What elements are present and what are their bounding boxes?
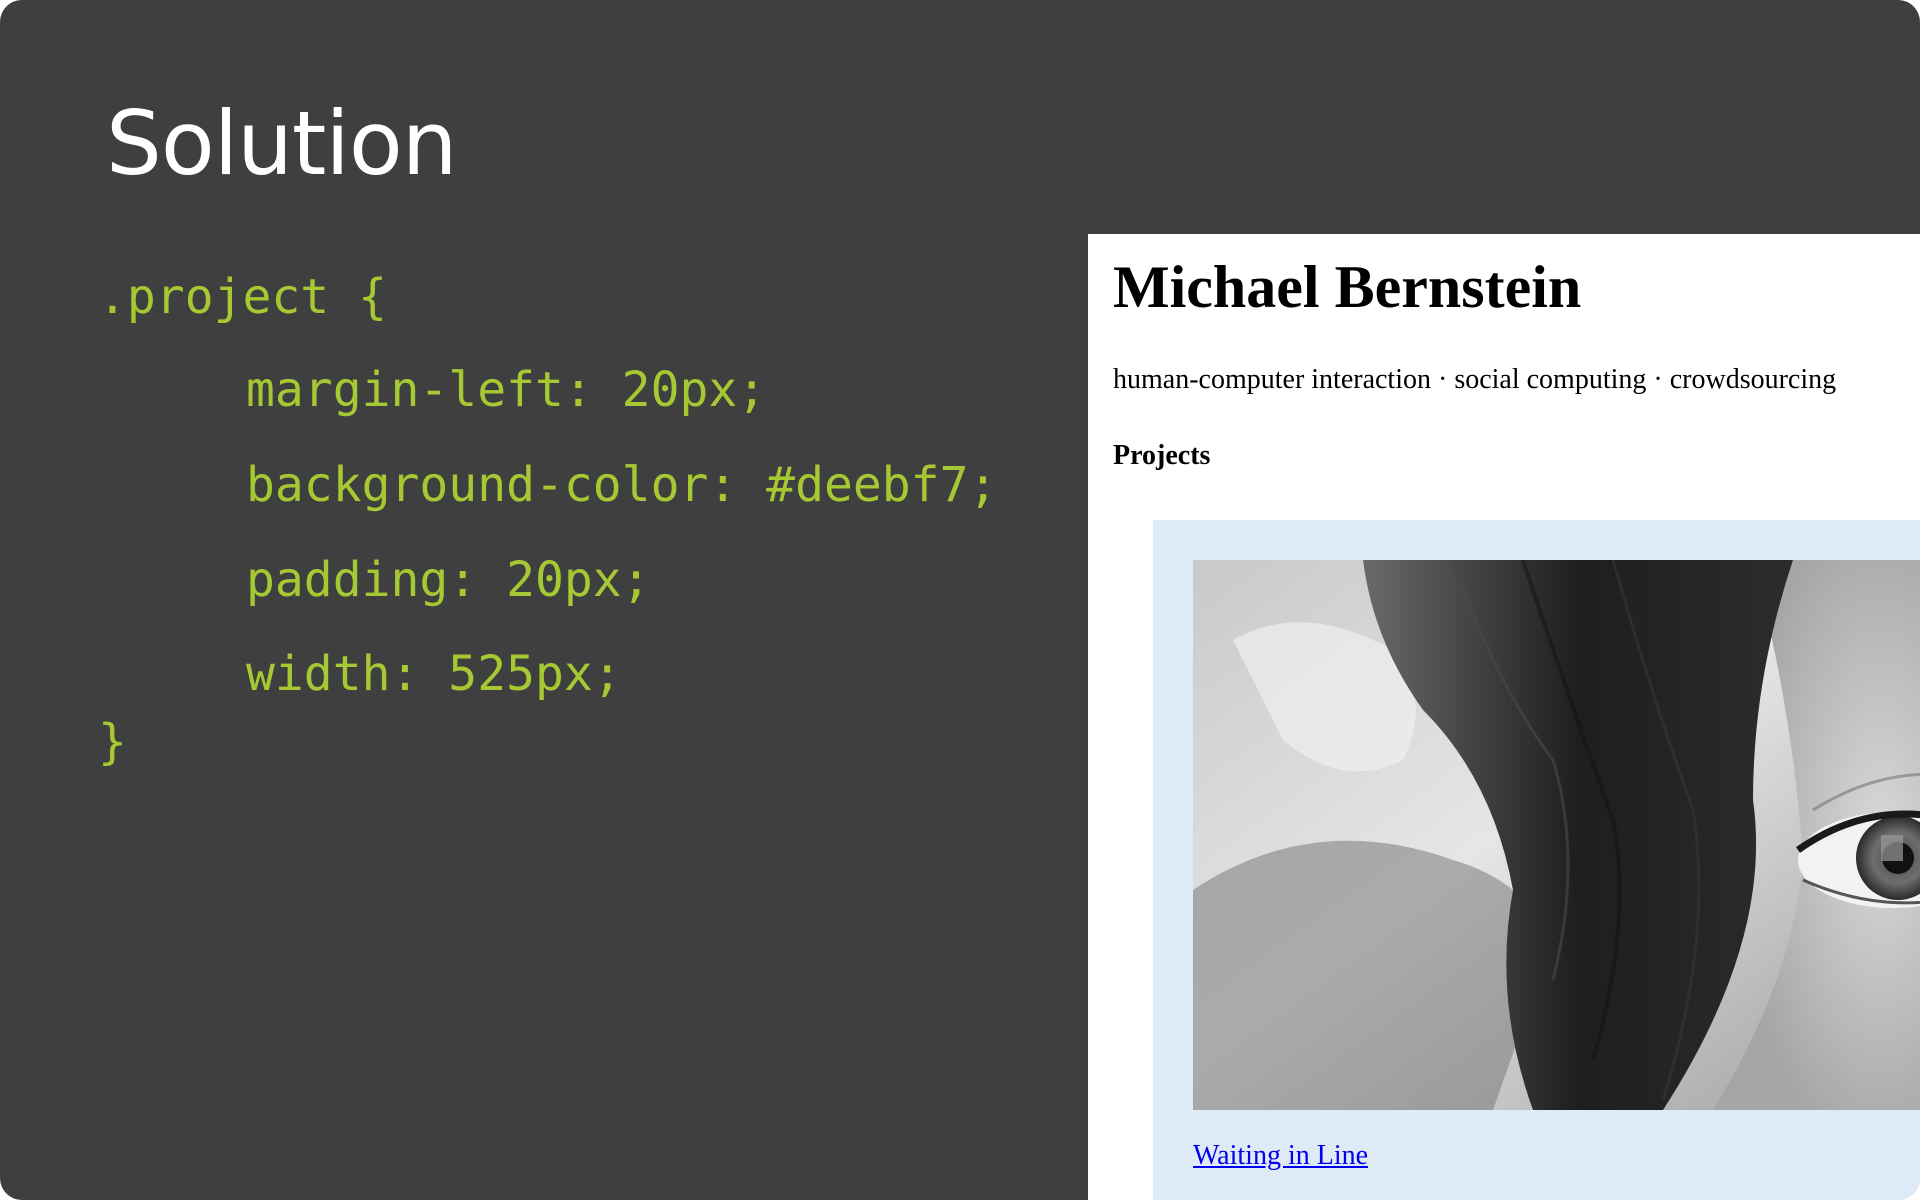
css-declaration-padding: padding: 20px; bbox=[246, 552, 651, 608]
projects-section-heading: Projects bbox=[1113, 440, 1211, 471]
presentation-slide: Solution .project { margin-left: 20px; b… bbox=[0, 0, 1920, 1200]
css-closing-brace: } bbox=[98, 714, 127, 770]
page-tagline: human-computer interaction · social comp… bbox=[1113, 364, 1837, 395]
web-page-preview: Michael Bernstein human-computer interac… bbox=[1088, 234, 1920, 1200]
project-photo-image bbox=[1193, 560, 1920, 1110]
css-declaration-width: width: 525px; bbox=[246, 646, 622, 702]
css-selector-line: .project { bbox=[98, 269, 387, 325]
page-heading: Michael Bernstein bbox=[1113, 254, 1582, 320]
css-declaration-background-color: background-color: #deebf7; bbox=[246, 457, 998, 513]
project-link-waiting-in-line[interactable]: Waiting in Line bbox=[1193, 1140, 1368, 1172]
slide-title: Solution bbox=[106, 92, 457, 195]
project-card: Waiting in Line bbox=[1153, 520, 1920, 1200]
css-declaration-margin-left: margin-left: 20px; bbox=[246, 362, 767, 418]
